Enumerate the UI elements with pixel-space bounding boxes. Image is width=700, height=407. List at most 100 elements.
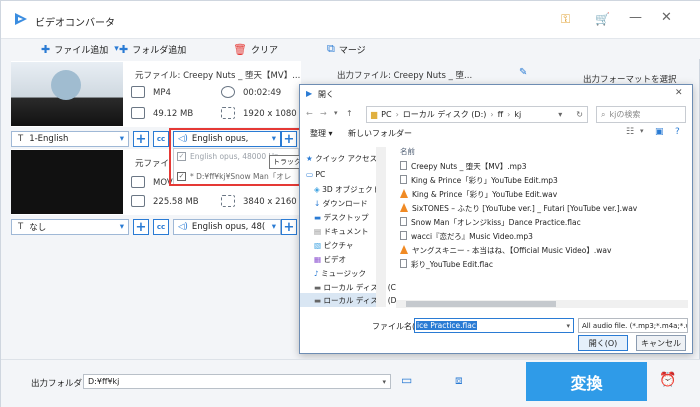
size-value: 225.58 MB — [153, 197, 199, 207]
help-icon[interactable]: ? — [675, 127, 680, 137]
chevron-down-icon: ▾ — [119, 222, 124, 232]
resolution-icon — [221, 195, 235, 207]
nav-documents[interactable]: ▤ ドキュメント — [314, 226, 368, 237]
file-type-filter[interactable]: All audio file. (*.mp3;*.m4a;*.wi — [578, 318, 688, 333]
subtitle-value: 1-English — [29, 134, 69, 144]
minimize-icon[interactable]: — — [629, 10, 642, 25]
search-input[interactable]: ⌕ kjの検索 — [596, 106, 686, 123]
thumbnail-figure — [51, 70, 81, 100]
file-row[interactable]: 元ファイル: Creepy Nuts _ 堕天【MV】... MP4 00:02… — [11, 61, 301, 127]
nav-local-disk-d[interactable]: ▬ ローカル ディスク (D — [300, 293, 396, 307]
video-thumbnail[interactable] — [11, 150, 123, 214]
nav-downloads[interactable]: ↓ ダウンロード — [314, 198, 368, 209]
path-segment[interactable]: ff — [498, 110, 504, 119]
nav-music[interactable]: ♪ ミュージック — [314, 268, 366, 279]
file-type-filter-value: All audio file. (*.mp3;*.m4a;*.wi — [582, 321, 688, 330]
nav-videos[interactable]: ▦ ビデオ — [314, 254, 346, 265]
new-folder-button[interactable]: 新しいフォルダー — [348, 128, 412, 139]
app-window: ビデオコンバータ ⚿ 🛒 — ✕ ✚ ファイル追加 ▾ ✚ フォルダ追加 🗑 ク… — [0, 0, 700, 407]
nav-scrollbar[interactable] — [376, 147, 386, 307]
chevron-down-icon[interactable]: ▾ — [558, 110, 562, 119]
chevron-down-icon[interactable]: ▾ — [640, 127, 644, 135]
cc-icon[interactable]: cc — [153, 219, 169, 235]
chevron-down-icon: ▾ — [271, 222, 276, 232]
recent-icon[interactable]: ▾ — [334, 109, 338, 117]
preview-pane-icon[interactable]: ▣ — [655, 127, 664, 137]
chevron-down-icon[interactable]: ▾ — [566, 322, 570, 330]
folder-icon[interactable]: ▭ — [401, 373, 412, 387]
audio-track-select[interactable]: ◁) English opus, 48( ▾ — [173, 219, 281, 235]
up-icon[interactable]: ↑ — [346, 109, 353, 118]
clock-icon — [221, 86, 235, 98]
merge-button[interactable]: ⧉ マージ — [327, 42, 366, 56]
forward-icon[interactable]: → — [320, 109, 327, 118]
file-item[interactable]: wacci『恋だろ』Music Video.mp3 — [400, 231, 533, 242]
file-item[interactable]: Creepy Nuts _ 堕天【MV】.mp3 — [400, 161, 527, 172]
close-icon[interactable]: ✕ — [675, 88, 683, 98]
subtitle-select[interactable]: T なし ▾ — [11, 219, 129, 235]
title-bar: ビデオコンバータ ⚿ 🛒 — ✕ — [1, 1, 700, 39]
nav-3d-objects[interactable]: ◈ 3D オブジェクト — [314, 184, 380, 195]
add-file-button[interactable]: ✚ ファイル追加 ▾ — [41, 42, 119, 56]
view-icon[interactable]: ☷ — [626, 127, 634, 137]
address-bar[interactable]: ▆ PC › ローカル ディスク (D:) › ff › kj ▾ ↻ — [366, 106, 588, 123]
path-segment[interactable]: PC — [381, 110, 391, 119]
source-file-label: 元ファイル: Creepy Nuts _ 堕天【MV】... — [135, 71, 301, 81]
name-column-header[interactable]: 名前 — [400, 146, 415, 157]
audio-file-icon — [400, 217, 407, 226]
back-icon[interactable]: ← — [306, 109, 313, 118]
file-item[interactable]: ヤングスキニー - 本当はね、【Official Music Video】.wa… — [400, 245, 611, 256]
nav-pc[interactable]: ▭ PC — [306, 170, 325, 179]
chevron-down-icon: ▾ — [119, 134, 124, 144]
key-icon[interactable]: ⚿ — [561, 12, 570, 27]
cc-icon[interactable]: cc — [153, 131, 169, 147]
subtitle-value: なし — [29, 223, 47, 233]
dialog-title: 開く — [318, 90, 334, 99]
path-segment[interactable]: ローカル ディスク (D:) — [403, 109, 487, 120]
open-button[interactable]: 開く(O) — [578, 335, 628, 351]
file-item[interactable]: Snow Man「オレンジkiss」Dance Practice.flac — [400, 217, 581, 228]
subtitle-select[interactable]: T 1-English ▾ — [11, 131, 129, 147]
open-output-folder-icon[interactable]: ⧈ — [455, 373, 463, 388]
add-subtitle-button[interactable]: + — [133, 131, 149, 147]
horizontal-scrollbar[interactable] — [396, 300, 688, 308]
filename-input[interactable]: ice Practice.flac ▾ — [414, 318, 574, 333]
organize-menu[interactable]: 整理 ▾ — [310, 128, 333, 139]
format-icon — [131, 86, 145, 98]
clear-button[interactable]: 🗑 クリア — [233, 42, 278, 56]
file-item[interactable]: King & Prince「彩り」YouTube Edit.mp3 — [400, 175, 558, 186]
alarm-clock-icon[interactable]: ⏰ — [659, 372, 676, 388]
video-thumbnail[interactable] — [11, 62, 123, 126]
resolution-value: 1920 x 1080 — [243, 109, 297, 119]
output-folder-label: 出力フォルダ: — [31, 379, 85, 389]
refresh-icon[interactable]: ↻ — [576, 110, 583, 119]
folder-icon: ▆ — [371, 110, 378, 119]
cart-icon[interactable]: 🛒 — [595, 12, 610, 26]
format-value: MP4 — [153, 88, 171, 98]
trash-icon: 🗑 — [233, 42, 247, 56]
file-item[interactable]: SixTONES – ふたり [YouTube ver.] _ Futari [… — [400, 203, 637, 214]
add-audio-button[interactable]: + — [281, 219, 297, 235]
file-item[interactable]: King & Prince「彩り」YouTube Edit.wav — [400, 189, 557, 200]
audio-file-icon — [400, 175, 407, 184]
size-value: 49.12 MB — [153, 109, 194, 119]
add-folder-button[interactable]: ✚ フォルダ追加 — [119, 42, 186, 56]
edit-icon[interactable]: ✎ — [519, 67, 527, 78]
convert-button[interactable]: 変換 — [526, 362, 647, 401]
nav-pictures[interactable]: ▧ ピクチャ — [314, 240, 353, 251]
add-subtitle-button[interactable]: + — [133, 219, 149, 235]
resolution-value: 3840 x 2160 — [243, 197, 297, 207]
cancel-button[interactable]: キャンセル — [636, 335, 686, 351]
file-item[interactable]: 彩り_YouTube Edit.flac — [400, 259, 493, 270]
nav-desktop[interactable]: ▬ デスクトップ — [314, 212, 368, 223]
output-file-label: 出力ファイル: Creepy Nuts _ 堕... — [337, 71, 473, 81]
path-segment[interactable]: kj — [514, 110, 521, 119]
close-icon[interactable]: ✕ — [661, 10, 672, 25]
scrollbar-thumb[interactable] — [406, 301, 556, 307]
nav-quick-access[interactable]: ★ クイック アクセス — [306, 153, 377, 164]
output-folder-value: D:¥ff¥kj — [88, 377, 120, 386]
size-icon — [131, 107, 145, 119]
chevron-down-icon[interactable]: ▾ — [382, 378, 386, 386]
app-logo-icon: ▶ — [306, 89, 313, 98]
output-folder-input[interactable]: D:¥ff¥kj ▾ — [83, 374, 391, 389]
